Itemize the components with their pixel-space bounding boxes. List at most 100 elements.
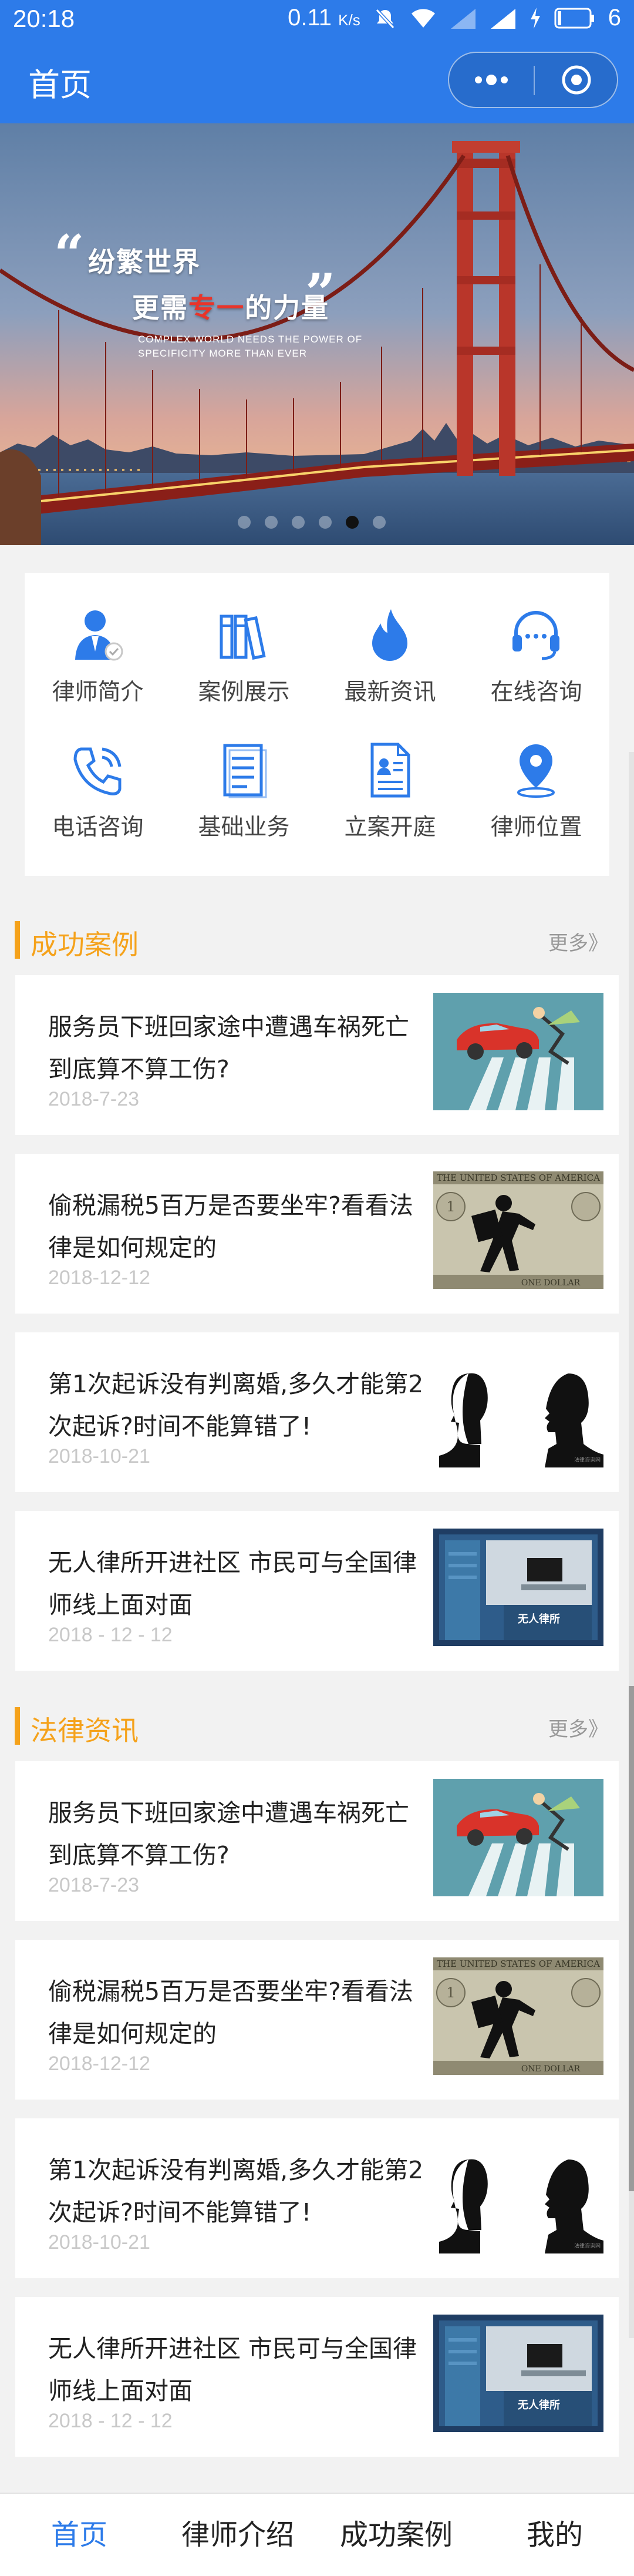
article-thumbnail-law-booth: 无人律所 <box>433 2315 603 2432</box>
more-dots-icon <box>475 75 508 85</box>
top-bar: 20:18 0.11 K/s 6 首页 <box>0 0 634 123</box>
svg-text:无人律所: 无人律所 <box>518 1613 560 1625</box>
article-date: 2018-12-12 <box>48 2053 150 2075</box>
section-accent-bar <box>15 1707 20 1745</box>
status-bar: 20:18 0.11 K/s 6 <box>0 0 634 41</box>
slogan-line-2: 更需专一的力量 <box>132 287 329 325</box>
section-title: 成功案例 <box>31 929 139 960</box>
menu-item-8[interactable]: 律师位置 <box>463 708 609 843</box>
menu-item-7[interactable]: 立案开庭 <box>317 708 463 843</box>
carousel-dot[interactable] <box>373 516 386 529</box>
menu-item-3[interactable]: 最新资讯 <box>317 573 463 708</box>
phone-icon <box>68 741 127 800</box>
quick-menu-grid: 律师简介 案例展示 最新资讯 在线咨询电话咨询 基础业务 立案开庭 律师位置 <box>25 573 609 876</box>
charging-icon <box>530 7 540 29</box>
menu-item-label: 最新资讯 <box>344 679 436 706</box>
article-title: 偷税漏税5百万是否要坐牢?看看法律是如何规定的 <box>48 1977 413 2048</box>
more-link[interactable]: 更多》 <box>548 927 608 956</box>
carousel-dot[interactable] <box>292 516 305 529</box>
target-close-icon <box>562 65 591 95</box>
mute-icon <box>375 8 394 29</box>
article-card[interactable]: 偷税漏税5百万是否要坐牢?看看法律是如何规定的 2018-12-12 THE UNI… <box>15 1154 619 1314</box>
page-title: 首页 <box>28 66 92 103</box>
menu-item-label: 在线咨询 <box>490 679 582 706</box>
article-date: 2018-12-12 <box>48 1267 150 1289</box>
article-card[interactable]: 服务员下班回家途中遭遇车祸死亡到底算不算工伤? 2018-7-23 <box>15 1761 619 1921</box>
article-title: 第1次起诉没有判离婚,多久才能第2次起诉?时间不能算错了! <box>48 1370 424 1440</box>
slogan-english: COMPLEX WORLD NEEDS THE POWER OF SPECIFI… <box>138 333 362 361</box>
article-title: 第1次起诉没有判离婚,多久才能第2次起诉?时间不能算错了! <box>48 2156 424 2226</box>
article-thumbnail-dollar-thief: THE UNITED STATES OF AMERICA ONE DOLLAR 1 <box>433 1957 603 2075</box>
article-thumbnail-car-accident <box>433 1779 603 1896</box>
svg-text:ONE DOLLAR: ONE DOLLAR <box>521 1278 581 1288</box>
article-card[interactable]: 第1次起诉没有判离婚,多久才能第2次起诉?时间不能算错了! 2018-10-21 法… <box>15 2118 619 2278</box>
slogan-english-line-1: COMPLEX WORLD NEEDS THE POWER OF <box>138 334 363 345</box>
flame-icon <box>360 606 419 664</box>
tab-3[interactable]: 成功案例 <box>317 2494 476 2576</box>
carousel-dot[interactable] <box>265 516 278 529</box>
svg-text:法律咨询网: 法律咨询网 <box>574 1456 601 1463</box>
article-card[interactable]: 无人律所开进社区 市民可与全国律师线上面对面 2018 - 12 - 12 无人律所 <box>15 2297 619 2457</box>
slogan-highlight: 专一 <box>188 292 245 324</box>
carousel-indicators <box>238 516 386 529</box>
menu-item-label: 律师位置 <box>490 814 582 841</box>
network-speed: 0.11 K/s <box>288 5 360 31</box>
banner-slogan: 纷繁世界 更需专一的力量 <box>88 241 329 325</box>
mini-program-capsule <box>448 52 618 108</box>
menu-item-label: 律师简介 <box>52 679 144 706</box>
more-link[interactable]: 更多》 <box>548 1713 608 1742</box>
section-title: 法律资讯 <box>31 1715 139 1747</box>
svg-text:1: 1 <box>446 1984 455 2001</box>
document-icon <box>214 741 273 800</box>
menu-item-label: 基础业务 <box>198 814 290 841</box>
speed-unit: K/s <box>338 11 360 29</box>
svg-text:ONE DOLLAR: ONE DOLLAR <box>521 2064 581 2074</box>
article-date: 2018-10-21 <box>48 2231 150 2253</box>
article-date: 2018-10-21 <box>48 1445 150 1467</box>
article-date: 2018 - 12 - 12 <box>48 1624 173 1646</box>
article-card[interactable]: 服务员下班回家途中遭遇车祸死亡到底算不算工伤? 2018-7-23 <box>15 975 619 1135</box>
banner-carousel[interactable]: “ ” 纷繁世界 更需专一的力量 COMPLEX WORLD NEEDS THE… <box>0 123 634 545</box>
slogan-line-2-pre: 更需 <box>132 292 188 324</box>
carousel-dot[interactable] <box>346 516 359 529</box>
article-thumbnail-car-accident <box>433 993 603 1110</box>
section-header-success-cases: 成功案例 更多》 <box>0 916 634 963</box>
menu-item-4[interactable]: 在线咨询 <box>463 573 609 708</box>
tab-2[interactable]: 律师介绍 <box>158 2494 317 2576</box>
menu-item-label: 电话咨询 <box>52 814 144 841</box>
scrollbar-thumb[interactable] <box>629 1686 634 2191</box>
svg-text:无人律所: 无人律所 <box>518 2399 560 2412</box>
file-case-icon <box>360 741 419 800</box>
tab-4[interactable]: 我的 <box>476 2494 634 2576</box>
article-date: 2018 - 12 - 12 <box>48 2410 173 2432</box>
menu-item-5[interactable]: 电话咨询 <box>25 708 171 843</box>
more-menu-button[interactable] <box>449 53 534 107</box>
article-thumbnail-couple-silhouette: 法律咨询网 <box>433 2136 603 2253</box>
battery-level: 6 <box>608 5 621 31</box>
menu-item-6[interactable]: 基础业务 <box>171 708 317 843</box>
article-title: 偷税漏税5百万是否要坐牢?看看法律是如何规定的 <box>48 1191 413 1262</box>
speed-value: 0.11 <box>288 5 332 31</box>
carousel-dot[interactable] <box>319 516 332 529</box>
slogan-line-2-post: 的力量 <box>245 292 329 324</box>
svg-text:THE UNITED STATES OF AMERICA: THE UNITED STATES OF AMERICA <box>437 1173 600 1183</box>
menu-item-label: 立案开庭 <box>344 814 436 841</box>
tab-1[interactable]: 首页 <box>0 2494 158 2576</box>
signal-weak-icon <box>450 8 476 29</box>
article-thumbnail-couple-silhouette: 法律咨询网 <box>433 1350 603 1467</box>
article-card[interactable]: 无人律所开进社区 市民可与全国律师线上面对面 2018 - 12 - 12 无人律所 <box>15 1511 619 1671</box>
case-books-icon <box>214 606 273 664</box>
svg-text:1: 1 <box>446 1198 455 1215</box>
menu-item-1[interactable]: 律师简介 <box>25 573 171 708</box>
article-card[interactable]: 偷税漏税5百万是否要坐牢?看看法律是如何规定的 2018-12-12 THE UNI… <box>15 1940 619 2100</box>
open-quote-mark: “ <box>54 223 85 286</box>
section-accent-bar <box>15 921 20 959</box>
menu-item-2[interactable]: 案例展示 <box>171 573 317 708</box>
menu-item-label: 案例展示 <box>198 679 290 706</box>
location-pin-icon <box>507 741 565 800</box>
battery-icon <box>554 8 594 28</box>
article-card[interactable]: 第1次起诉没有判离婚,多久才能第2次起诉?时间不能算错了! 2018-10-21 法… <box>15 1332 619 1492</box>
carousel-dot[interactable] <box>238 516 251 529</box>
section-header-legal-news: 法律资讯 更多》 <box>0 1702 634 1749</box>
close-mini-program-button[interactable] <box>535 53 618 107</box>
